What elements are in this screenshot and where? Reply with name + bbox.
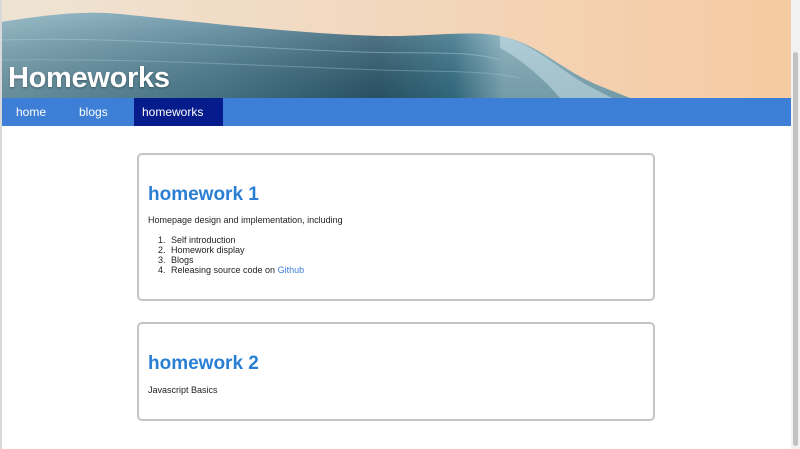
list-number: 1.	[158, 235, 166, 245]
homework-list: 1. Self introduction 2. Homework display…	[148, 235, 304, 275]
page: Homeworks home blogs homeworks homework …	[0, 0, 791, 449]
github-link[interactable]: Github	[278, 265, 305, 275]
list-text: Self introduction	[171, 235, 236, 245]
list-number: 2.	[158, 245, 166, 255]
list-item: 3. Blogs	[148, 255, 304, 265]
nav-bar: home blogs homeworks	[0, 98, 791, 126]
scrollbar-thumb[interactable]	[793, 52, 798, 446]
nav-item-home[interactable]: home	[8, 98, 54, 126]
nav-item-homeworks[interactable]: homeworks	[134, 98, 223, 126]
site-title: Homeworks	[8, 62, 170, 94]
homework-card: homework 1 Homepage design and implement…	[137, 153, 655, 301]
nav-item-blogs[interactable]: blogs	[71, 98, 116, 126]
list-text: Homework display	[171, 245, 245, 255]
list-item: 4. Releasing source code on Github	[148, 265, 304, 275]
homework-title: homework 1	[148, 184, 259, 205]
list-text: Blogs	[171, 255, 194, 265]
list-number: 4.	[158, 265, 166, 275]
list-number: 3.	[158, 255, 166, 265]
window-edge	[0, 0, 2, 449]
homework-title: homework 2	[148, 353, 259, 374]
homework-card: homework 2 Javascript Basics	[137, 322, 655, 421]
list-text: Releasing source code on	[171, 265, 278, 275]
homework-description: Homepage design and implementation, incl…	[148, 215, 343, 225]
list-item: 2. Homework display	[148, 245, 304, 255]
homework-description: Javascript Basics	[148, 385, 218, 395]
header-banner: Homeworks	[0, 0, 791, 98]
list-item: 1. Self introduction	[148, 235, 304, 245]
